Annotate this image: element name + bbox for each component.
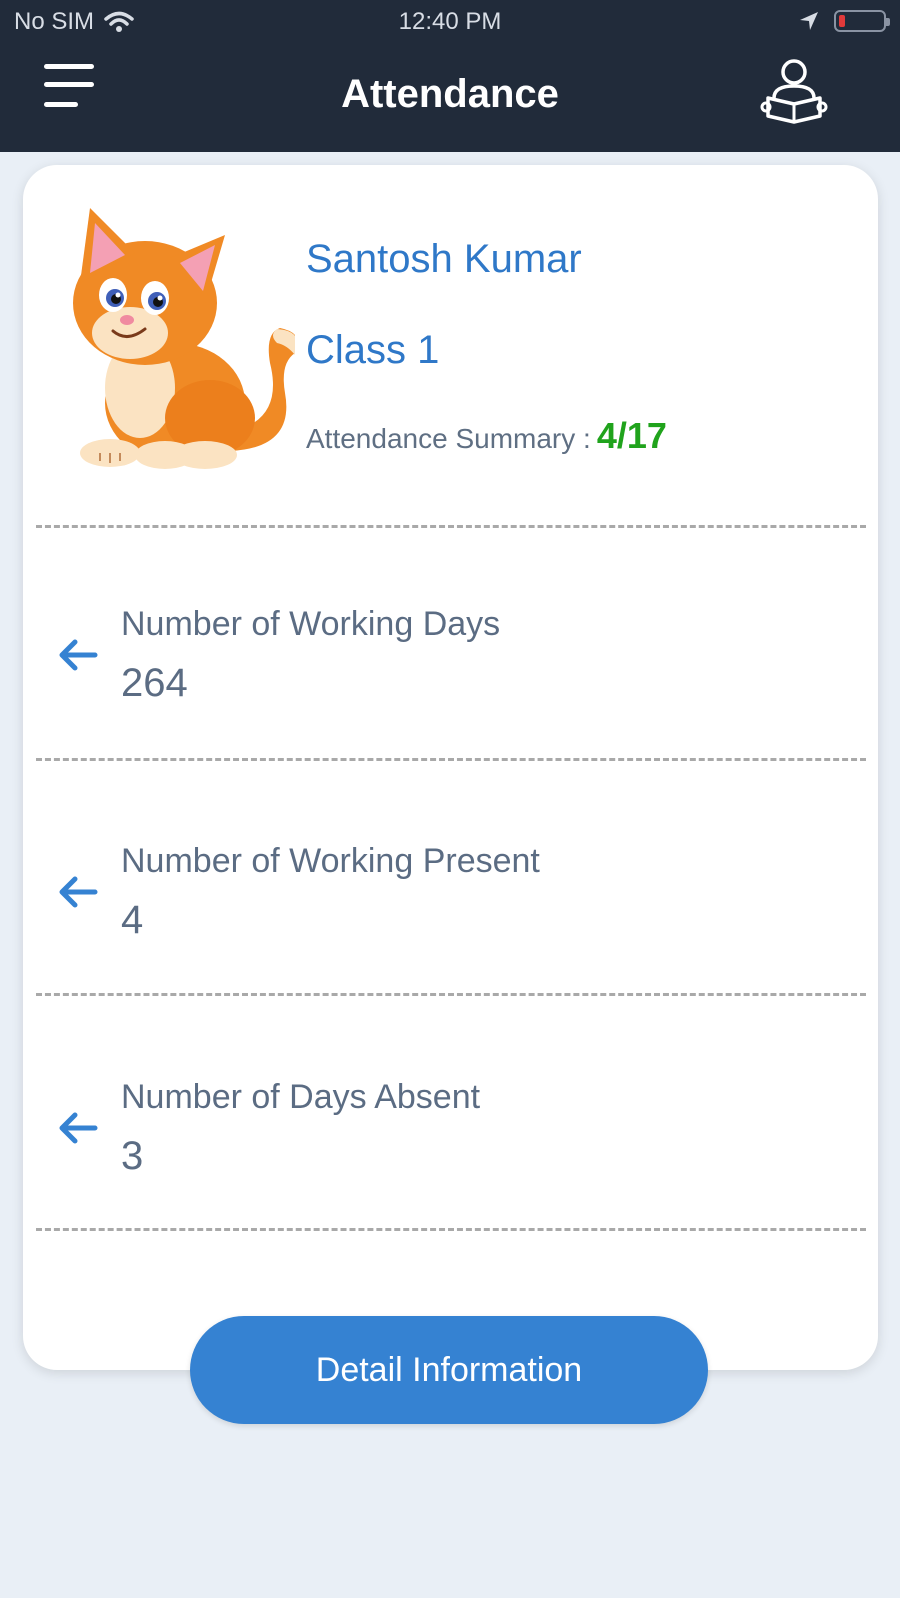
battery-icon <box>834 10 890 32</box>
divider <box>36 758 866 761</box>
location-arrow-icon <box>800 12 818 30</box>
status-bar: No SIM 12:40 PM <box>0 0 900 46</box>
stat-label: Number of Working Present <box>121 842 540 880</box>
stat-label: Number of Working Days <box>121 605 501 643</box>
stat-value: 4 <box>121 898 144 942</box>
stat-row-working-present: Number of Working Present 4 <box>23 832 878 952</box>
arrow-left-icon[interactable] <box>57 874 99 910</box>
stat-label: Number of Days Absent <box>121 1078 481 1116</box>
stat-value: 264 <box>121 661 188 705</box>
divider <box>36 993 866 996</box>
app-header: No SIM 12:40 PM Attendance <box>0 0 900 152</box>
divider <box>36 1228 866 1231</box>
stat-row-working-days: Number of Working Days 264 <box>23 595 878 715</box>
arrow-left-icon[interactable] <box>57 1110 99 1146</box>
menu-line-top <box>44 64 94 69</box>
divider <box>36 525 866 528</box>
arrow-left-icon[interactable] <box>57 637 99 673</box>
attendance-summary-value: 4/17 <box>596 415 667 456</box>
student-reader-button[interactable] <box>758 54 830 126</box>
detail-information-button[interactable]: Detail Information <box>190 1316 708 1424</box>
status-indicators <box>798 10 890 32</box>
attendance-summary-label: Attendance Summary : <box>306 423 591 454</box>
battery-level <box>839 15 845 27</box>
attendance-summary: Attendance Summary : 4/17 <box>306 415 667 457</box>
student-avatar-cat <box>73 208 295 469</box>
stat-value: 3 <box>121 1134 144 1178</box>
stat-row-days-absent: Number of Days Absent 3 <box>23 1068 878 1188</box>
status-time: 12:40 PM <box>398 8 502 35</box>
reading-student-icon <box>760 59 828 124</box>
student-name: Santosh Kumar <box>306 237 582 281</box>
attendance-card: Santosh Kumar Class 1 Attendance Summary… <box>23 165 878 1370</box>
student-class: Class 1 <box>306 328 440 372</box>
